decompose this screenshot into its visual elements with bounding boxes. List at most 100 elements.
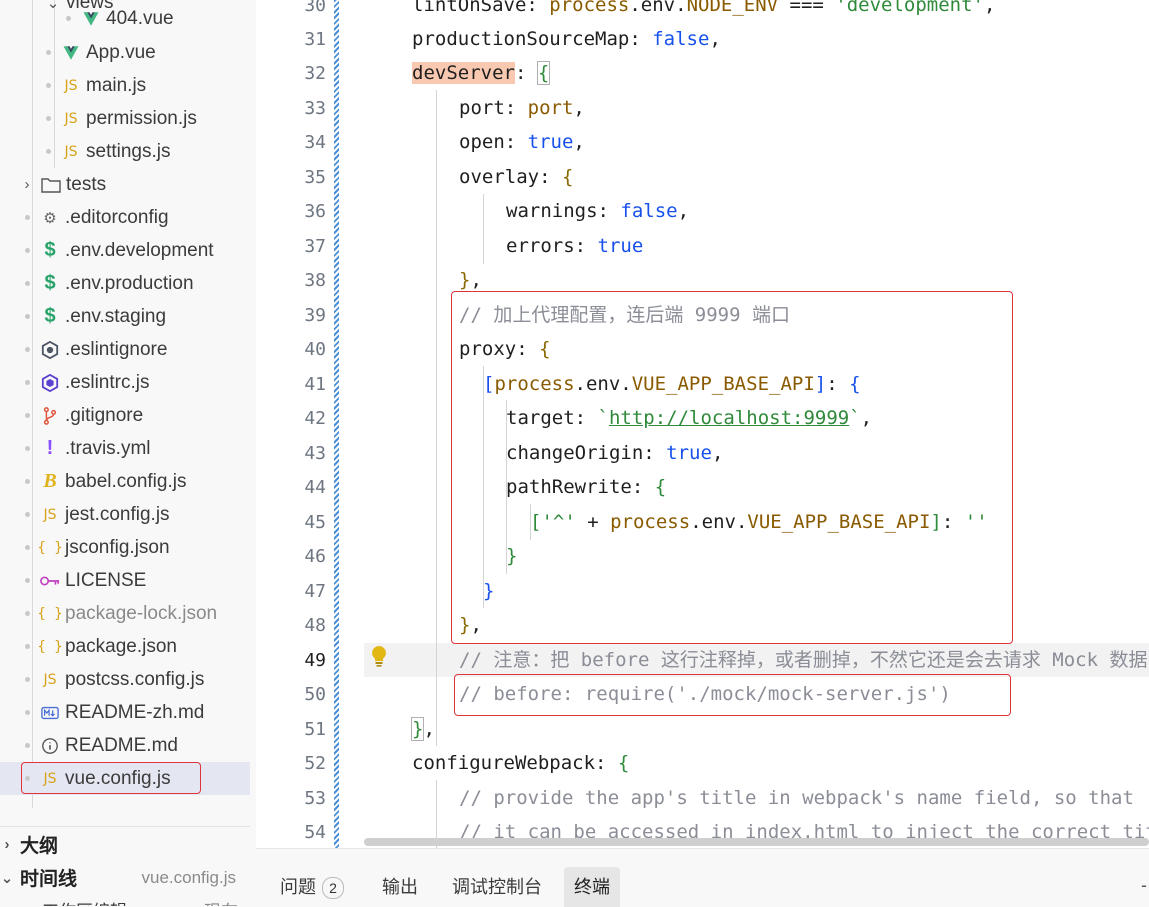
- line-number: 36: [304, 201, 326, 222]
- tree-item-babel-config-js[interactable]: B babel.config.js: [0, 465, 250, 498]
- tree-dot: [25, 545, 30, 550]
- tree-item-editorconfig[interactable]: ⚙ .editorconfig: [0, 201, 250, 234]
- line-number: 34: [304, 132, 326, 153]
- tree-item-gitignore[interactable]: .gitignore: [0, 399, 250, 432]
- code-line-32: devServer: {: [412, 61, 551, 85]
- json-icon: { }: [37, 605, 63, 622]
- line-number: 53: [304, 788, 326, 809]
- tree-item-travis-yml[interactable]: ! .travis.yml: [0, 432, 250, 465]
- line-number: 30: [304, 0, 326, 16]
- tree-item-env-development[interactable]: $ .env.development: [0, 234, 250, 267]
- tree-dot: [25, 512, 30, 517]
- vue-icon: [80, 8, 102, 30]
- tab-debug-console[interactable]: 调试控制台: [442, 867, 552, 907]
- tab-output[interactable]: 输出: [372, 867, 428, 907]
- tree-item-permission-js[interactable]: JS permission.js: [0, 102, 250, 135]
- code-line-45: ['^' + process.env.VUE_APP_BASE_API]: '': [530, 511, 988, 533]
- code-line-34: open: true,: [459, 131, 585, 153]
- code-line-50: // before: require('./mock/mock-server.j…: [459, 683, 951, 705]
- outline-section-header[interactable]: › 大纲: [0, 828, 250, 861]
- code-line-42: target: `http://localhost:9999`,: [506, 407, 873, 429]
- tree-item-eslintrc-js[interactable]: .eslintrc.js: [0, 366, 250, 399]
- timeline-dot-icon: ●: [8, 899, 30, 906]
- tree-item-env-production[interactable]: $ .env.production: [0, 267, 250, 300]
- git-icon: [39, 405, 61, 427]
- code-line-35: overlay: {: [459, 166, 574, 188]
- code-line-40: proxy: {: [459, 338, 551, 360]
- tree-item-env-staging[interactable]: $ .env.staging: [0, 300, 250, 333]
- tree-item-vue-config-js[interactable]: JS vue.config.js: [0, 762, 250, 795]
- tree-dot: [25, 743, 30, 748]
- tree-dot: [25, 611, 30, 616]
- line-number: 48: [304, 615, 326, 636]
- tree-item-app-vue[interactable]: App.vue: [0, 36, 250, 69]
- js-icon: JS: [43, 506, 57, 523]
- chevron-down-icon: ⌄: [0, 869, 14, 887]
- code-line-47: }: [483, 580, 495, 602]
- dollar-icon: $: [44, 272, 56, 294]
- indent-guide: [483, 366, 484, 608]
- code-line-31: productionSourceMap: false,: [412, 28, 721, 50]
- tree-item-license[interactable]: LICENSE: [0, 564, 250, 597]
- code-line-51: },: [410, 717, 435, 741]
- tree-dot: [25, 347, 30, 352]
- tree-item-package-json[interactable]: { } package.json: [0, 630, 250, 663]
- tree-item-jsconfig-json[interactable]: { } jsconfig.json: [0, 531, 250, 564]
- code-line-41: [process.env.VUE_APP_BASE_API]: {: [483, 373, 861, 395]
- line-number: 49: [304, 650, 326, 671]
- line-number: 41: [304, 374, 326, 395]
- indent-guide: [436, 90, 437, 746]
- tree-dot: [25, 710, 30, 715]
- line-number: 51: [304, 719, 326, 740]
- bottom-panel: 问题 2 输出 调试控制台 终端 -: [256, 848, 1149, 907]
- code-line-49: // 注意：把 before 这行注释掉，或者删掉，不然它还是会去请求 Mock…: [459, 649, 1148, 671]
- tree-item-jest-config-js[interactable]: JS jest.config.js: [0, 498, 250, 531]
- code-line-52: configureWebpack: {: [412, 752, 630, 774]
- explorer-sidebar: ⌄ views 404.vue App.vue JS main.js JS pe…: [0, 0, 250, 906]
- url-link[interactable]: http://localhost:9999: [609, 407, 849, 429]
- tree-dot: [25, 413, 30, 418]
- tree-dot: [25, 776, 30, 781]
- line-number: 45: [304, 512, 326, 533]
- code-line-46: }: [506, 545, 518, 567]
- code-line-37: errors: true: [506, 235, 644, 257]
- tree-item-tests[interactable]: › tests: [0, 168, 250, 201]
- tree-dot: [25, 644, 30, 649]
- timeline-section-header[interactable]: ⌄ 时间线 vue.config.js: [0, 861, 250, 894]
- line-number: 47: [304, 581, 326, 602]
- tree-item-readme-md[interactable]: README.md: [0, 729, 250, 762]
- tree-dot: [46, 50, 51, 55]
- tab-problems[interactable]: 问题 2: [270, 867, 354, 907]
- line-number: 38: [304, 270, 326, 291]
- panel-minimize-icon[interactable]: -: [1141, 875, 1147, 896]
- line-number: 52: [304, 753, 326, 774]
- tab-terminal[interactable]: 终端: [564, 867, 620, 907]
- line-number: 40: [304, 339, 326, 360]
- js-icon: JS: [64, 143, 78, 160]
- tree-item-readme-zh-md[interactable]: README-zh.md: [0, 696, 250, 729]
- tree-item-package-lock-json[interactable]: { } package-lock.json: [0, 597, 250, 630]
- tree-dot: [25, 479, 30, 484]
- code-line-44: pathRewrite: {: [506, 476, 667, 498]
- tree-item-eslintignore[interactable]: .eslintignore: [0, 333, 250, 366]
- lightbulb-icon[interactable]: [370, 645, 388, 667]
- line-number: 31: [304, 29, 326, 50]
- tree-item-postcss-config-js[interactable]: JS postcss.config.js: [0, 663, 250, 696]
- tree-item-settings-js[interactable]: JS settings.js: [0, 135, 250, 168]
- line-number: 35: [304, 167, 326, 188]
- line-number: 50: [304, 684, 326, 705]
- gear-icon: ⚙: [43, 209, 57, 227]
- line-number: 32: [304, 63, 326, 84]
- tree-item-main-js[interactable]: JS main.js: [0, 69, 250, 102]
- timeline-entry[interactable]: ● 工作区编辑 现在: [0, 893, 250, 906]
- tree-item-404-vue[interactable]: 404.vue: [0, 2, 250, 35]
- eslint-icon: [39, 339, 61, 361]
- line-number: 33: [304, 98, 326, 119]
- horizontal-scrollbar[interactable]: [364, 838, 1149, 846]
- code-editor[interactable]: 30 31 32 33 34 35 36 37 38 39 40 41 42 43 44 45 46 47 48 49…: [256, 0, 1149, 848]
- tree-dot: [25, 380, 30, 385]
- dollar-icon: $: [44, 305, 56, 327]
- code-line-33: port: port,: [459, 97, 585, 119]
- js-icon: JS: [64, 110, 78, 127]
- code-line-48: },: [459, 614, 482, 636]
